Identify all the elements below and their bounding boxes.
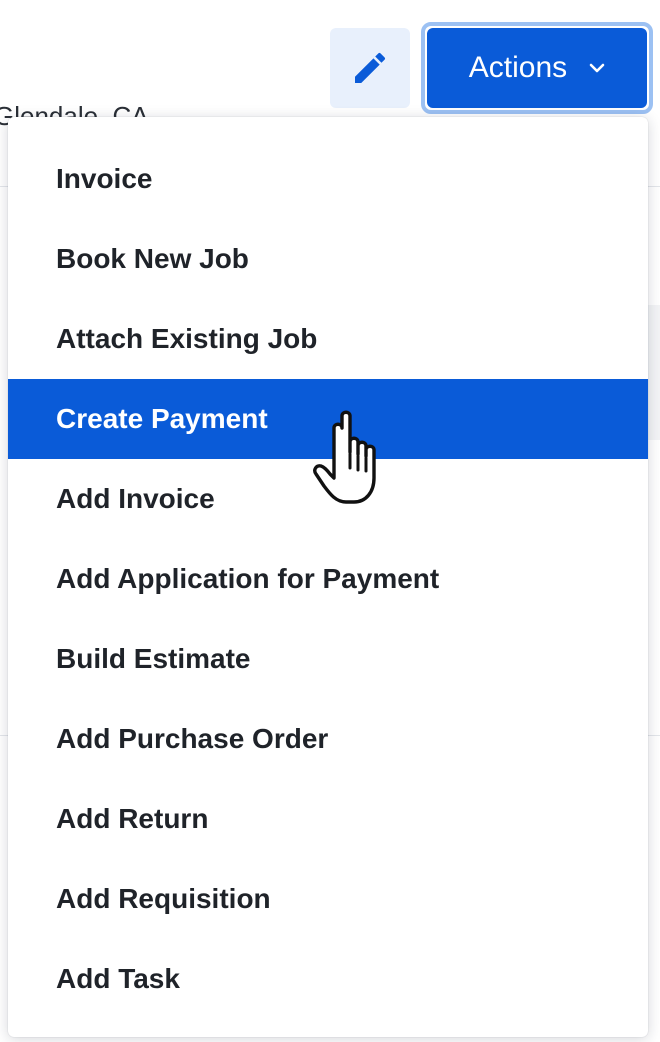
actions-button[interactable]: Actions <box>421 22 653 114</box>
chevron-down-icon <box>589 63 605 73</box>
menu-item-add-requisition[interactable]: Add Requisition <box>8 859 648 939</box>
menu-item-add-purchase-order[interactable]: Add Purchase Order <box>8 699 648 779</box>
actions-dropdown-menu: Invoice Book New Job Attach Existing Job… <box>8 117 648 1037</box>
menu-item-add-task[interactable]: Add Task <box>8 939 648 1019</box>
menu-item-add-application-for-payment[interactable]: Add Application for Payment <box>8 539 648 619</box>
edit-button[interactable] <box>330 28 410 108</box>
hand-pointer-icon <box>313 410 376 504</box>
menu-item-attach-existing-job[interactable]: Attach Existing Job <box>8 299 648 379</box>
menu-item-add-return[interactable]: Add Return <box>8 779 648 859</box>
actions-button-body[interactable]: Actions <box>427 28 647 108</box>
actions-label: Actions <box>468 51 568 84</box>
menu-item-build-estimate[interactable]: Build Estimate <box>8 619 648 699</box>
menu-item-invoice[interactable]: Invoice <box>8 139 648 219</box>
menu-item-book-new-job[interactable]: Book New Job <box>8 219 648 299</box>
pencil-icon <box>355 52 386 83</box>
background-row <box>648 305 660 440</box>
